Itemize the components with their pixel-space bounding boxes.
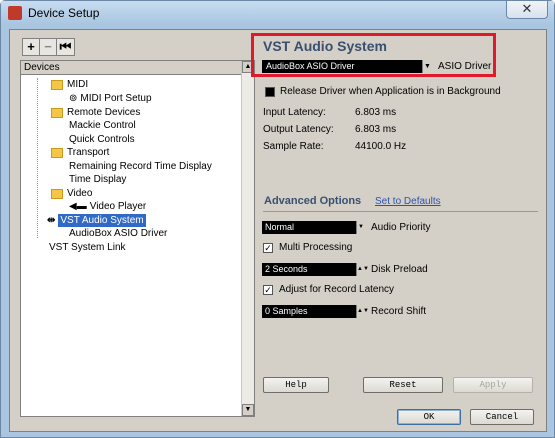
audio-priority-value: Normal	[265, 222, 295, 232]
multi-processing-label: Multi Processing	[279, 242, 353, 253]
stepper-arrows-icon[interactable]: ▲▼	[356, 305, 369, 318]
folder-icon	[51, 188, 63, 199]
device-setup-window: Device Setup ✕ + − ⏮ Devices MIDI ⊚ MIDI…	[0, 0, 555, 438]
scroll-down-icon[interactable]: ▼	[242, 404, 254, 416]
release-driver-label: Release Driver when Application is in Ba…	[280, 86, 501, 97]
audio-priority-label: Audio Priority	[371, 222, 431, 233]
tree-connector	[37, 78, 38, 238]
tree-item-label: Quick Controls	[69, 134, 135, 145]
tree-item-midi[interactable]: MIDI	[51, 78, 88, 91]
help-button[interactable]: Help	[263, 377, 329, 393]
reset-button[interactable]: Reset	[363, 377, 443, 393]
asio-driver-label: ASIO Driver	[438, 61, 492, 72]
tree-item-label: AudioBox ASIO Driver	[69, 228, 168, 239]
reset-device-button[interactable]: ⏮	[57, 39, 74, 55]
tree-item-quick-controls[interactable]: Quick Controls	[69, 133, 135, 146]
tree-item-label: MIDI Port Setup	[80, 93, 152, 104]
adjust-latency-label: Adjust for Record Latency	[279, 284, 395, 295]
chevron-down-icon[interactable]: ▼	[422, 60, 432, 73]
asio-driver-select[interactable]: AudioBox ASIO Driver ▼	[262, 60, 432, 73]
tree-item-audiobox-driver[interactable]: AudioBox ASIO Driver	[69, 227, 167, 240]
tree-item-label: Mackie Control	[69, 120, 136, 131]
input-latency-value: 6.803 ms	[355, 107, 397, 118]
tree-item-vst-audio-system[interactable]: ⇹ VST Audio System	[47, 214, 146, 227]
tree-item-video-player[interactable]: ◀▬ Video Player	[69, 200, 146, 213]
set-to-defaults-link[interactable]: Set to Defaults	[375, 196, 441, 207]
tree-item-time-display[interactable]: Time Display	[69, 173, 126, 186]
tree-item-remaining-record-time[interactable]: Remaining Record Time Display	[69, 160, 212, 173]
tree-scrollbar[interactable]: ▲ ▼	[241, 61, 254, 416]
tree-item-label: Video	[67, 188, 93, 199]
sample-rate-label: Sample Rate:	[263, 141, 324, 152]
output-latency-label: Output Latency:	[263, 124, 334, 135]
disk-preload-stepper[interactable]: 2 Seconds ▲▼	[262, 263, 369, 276]
disk-preload-label: Disk Preload	[371, 264, 428, 275]
window-title: Device Setup	[28, 6, 100, 20]
tree-item-mackie-control[interactable]: Mackie Control	[69, 119, 136, 132]
title-bar[interactable]: Device Setup ✕	[1, 1, 554, 25]
disk-preload-value: 2 Seconds	[265, 264, 308, 274]
tree-item-label: Video Player	[89, 201, 147, 212]
ok-button[interactable]: OK	[397, 409, 461, 425]
asio-driver-value: AudioBox ASIO Driver	[266, 61, 355, 71]
advanced-options-title: Advanced Options	[264, 195, 362, 207]
release-driver-checkbox[interactable]	[265, 87, 275, 97]
folder-icon	[51, 79, 63, 90]
dialog-client: + − ⏮ Devices MIDI ⊚ MIDI Port Setup Rem…	[9, 29, 547, 432]
tree-item-vst-system-link[interactable]: VST System Link	[49, 241, 126, 254]
tree-item-label: MIDI	[67, 79, 89, 90]
tree-item-label: VST System Link	[49, 242, 126, 253]
record-shift-stepper[interactable]: 0 Samples ▲▼	[262, 305, 369, 318]
device-tree-panel: Devices MIDI ⊚ MIDI Port Setup Remote De…	[20, 60, 255, 417]
sample-rate-value: 44100.0 Hz	[355, 141, 407, 152]
tree-item-label: Time Display	[69, 174, 127, 185]
output-latency-value: 6.803 ms	[355, 124, 397, 135]
video-player-icon: ◀▬	[69, 201, 87, 212]
tree-item-midi-port-setup[interactable]: ⊚ MIDI Port Setup	[69, 92, 152, 105]
tree-toolbar: + − ⏮	[22, 38, 75, 56]
input-latency-label: Input Latency:	[263, 107, 326, 118]
tree-header: Devices	[21, 61, 254, 75]
vst-audio-icon: ⇹	[47, 215, 56, 226]
record-shift-label: Record Shift	[371, 306, 427, 317]
tree-item-label: Remaining Record Time Display	[69, 161, 212, 172]
folder-icon	[51, 147, 63, 158]
folder-icon	[51, 107, 63, 118]
cancel-button[interactable]: Cancel	[470, 409, 534, 425]
vst-audio-system-title: VST Audio System	[263, 38, 387, 54]
tree-item-label: Remote Devices	[67, 107, 141, 118]
add-device-button[interactable]: +	[23, 39, 40, 55]
tree-item-transport[interactable]: Transport	[51, 146, 109, 159]
chevron-down-icon[interactable]: ▼	[356, 221, 365, 234]
midi-port-icon: ⊚	[69, 93, 78, 104]
multi-processing-checkbox[interactable]: ✓	[263, 243, 273, 253]
record-shift-value: 0 Samples	[265, 306, 308, 316]
tree-item-video[interactable]: Video	[51, 187, 92, 200]
app-icon	[8, 6, 22, 20]
remove-device-button[interactable]: −	[40, 39, 57, 55]
adjust-latency-checkbox[interactable]: ✓	[263, 285, 273, 295]
audio-priority-select[interactable]: Normal ▼	[262, 221, 365, 234]
stepper-arrows-icon[interactable]: ▲▼	[356, 263, 369, 276]
divider	[263, 211, 538, 212]
apply-button[interactable]: Apply	[453, 377, 533, 393]
tree-item-remote-devices[interactable]: Remote Devices	[51, 106, 140, 119]
tree-item-label: Transport	[67, 147, 110, 158]
tree-item-label: VST Audio System	[58, 214, 146, 227]
close-button[interactable]: ✕	[506, 1, 548, 19]
